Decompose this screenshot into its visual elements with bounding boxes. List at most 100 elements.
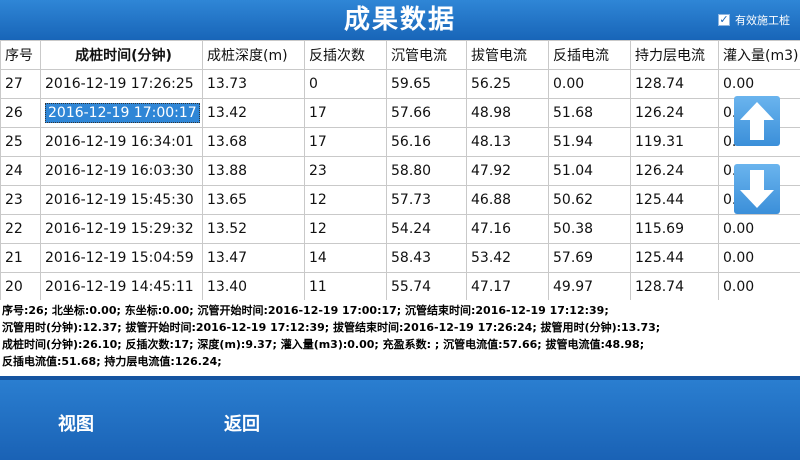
table-row[interactable]: 25 2016-12-19 16:34:01 13.68 17 56.16 48.13 51… [0,127,800,157]
column-header: 反插电流 [548,40,631,70]
column-header: 灌入量(m3) [718,40,800,70]
table-cell: 57.73 [386,185,467,215]
detail-line: 沉管用时(分钟):12.37; 拔管开始时间:2016-12-19 17:12:… [2,321,661,334]
table-cell: 2016-12-19 14:45:11 [40,272,203,300]
scroll-down-button[interactable] [734,164,780,214]
table-cell: 47.92 [466,156,549,186]
table-cell: 48.13 [466,127,549,157]
back-button[interactable]: 返回 [224,410,260,440]
table-cell: 53.42 [466,243,549,273]
table-cell: 22 [0,214,41,244]
table-cell: 50.38 [548,214,631,244]
table-cell: 24 [0,156,41,186]
table-cell: 57.69 [548,243,631,273]
table-cell: 56.16 [386,127,467,157]
arrow-up-icon [740,102,774,140]
column-header: 成桩深度(m) [202,40,305,70]
table-cell: 17 [304,127,387,157]
column-header: 成桩时间(分钟) [40,40,203,70]
table-cell: 51.94 [548,127,631,157]
table-cell: 2016-12-19 15:04:59 [40,243,203,273]
detail-line: 成桩时间(分钟):26.10; 反插次数:17; 深度(m):9.37; 灌入量… [2,338,645,351]
scroll-up-button[interactable] [734,96,780,146]
table-row[interactable]: 26 2016-12-19 17:00:17 13.42 17 57.66 48.98 51… [0,98,800,128]
table-cell: 0.00 [718,69,800,99]
table-cell: 128.74 [630,272,719,300]
table-cell: 51.68 [548,98,631,128]
table-cell: 58.43 [386,243,467,273]
table-row[interactable]: 20 2016-12-19 14:45:11 13.40 11 55.74 47.17 49… [0,272,800,300]
table-row[interactable]: 21 2016-12-19 15:04:59 13.47 14 58.43 53.42 57… [0,243,800,273]
table-cell: 50.62 [548,185,631,215]
column-header: 沉管电流 [386,40,467,70]
table-cell: 56.25 [466,69,549,99]
table-cell: 13.68 [202,127,305,157]
table-cell: 20 [0,272,41,300]
table-cell: 2016-12-19 17:26:25 [40,69,203,99]
table-cell: 23 [304,156,387,186]
table-cell: 126.24 [630,98,719,128]
table-cell: 12 [304,214,387,244]
table-cell: 57.66 [386,98,467,128]
selected-cell-text: 2016-12-19 17:00:17 [45,103,200,123]
table-cell: 13.88 [202,156,305,186]
detail-line: 序号:26; 北坐标:0.00; 东坐标:0.00; 沉管开始时间:2016-1… [2,304,609,317]
table-cell: 0.00 [718,272,800,300]
results-table-container[interactable]: 序号 成桩时间(分钟) 成桩深度(m) 反插次数 沉管电流 拔管电流 反插电流 … [0,40,800,300]
record-detail-panel: 序号:26; 北坐标:0.00; 东坐标:0.00; 沉管开始时间:2016-1… [0,300,800,376]
table-cell: 55.74 [386,272,467,300]
table-cell: 13.40 [202,272,305,300]
table-cell: 0.00 [718,243,800,273]
table-row[interactable]: 22 2016-12-19 15:29:32 13.52 12 54.24 47.16 50… [0,214,800,244]
view-button[interactable]: 视图 [58,410,94,440]
table-row[interactable]: 27 2016-12-19 17:26:25 13.73 0 59.65 56.25 0.0… [0,69,800,99]
table-cell: 14 [304,243,387,273]
table-cell: 0.00 [718,214,800,244]
table-cell: 47.17 [466,272,549,300]
table-cell: 125.44 [630,185,719,215]
table-cell: 46.88 [466,185,549,215]
table-cell: 126.24 [630,156,719,186]
table-cell: 115.69 [630,214,719,244]
valid-pile-checkbox[interactable]: ✓ [718,14,730,26]
table-row[interactable]: 24 2016-12-19 16:03:30 13.88 23 58.80 47.92 51… [0,156,800,186]
page-title: 成果数据 [343,5,456,35]
table-cell: 2016-12-19 17:00:17 [40,98,203,128]
table-cell: 2016-12-19 16:03:30 [40,156,203,186]
table-cell: 2016-12-19 15:45:30 [40,185,203,215]
valid-pile-toggle[interactable]: ✓ 有效施工桩 [718,12,790,28]
table-cell: 25 [0,127,41,157]
table-cell: 58.80 [386,156,467,186]
table-cell: 128.74 [630,69,719,99]
table-cell: 2016-12-19 16:34:01 [40,127,203,157]
table-cell: 13.42 [202,98,305,128]
table-cell: 125.44 [630,243,719,273]
table-row[interactable]: 23 2016-12-19 15:45:30 13.65 12 57.73 46.88 50… [0,185,800,215]
column-header: 持力层电流 [630,40,719,70]
table-cell: 13.65 [202,185,305,215]
title-bar: 成果数据 ✓ 有效施工桩 [0,0,800,40]
results-table: 序号 成桩时间(分钟) 成桩深度(m) 反插次数 沉管电流 拔管电流 反插电流 … [0,40,800,300]
table-cell: 12 [304,185,387,215]
table-cell: 0.00 [548,69,631,99]
table-cell: 21 [0,243,41,273]
table-cell: 26 [0,98,41,128]
table-cell: 27 [0,69,41,99]
column-header: 反插次数 [304,40,387,70]
table-cell: 2016-12-19 15:29:32 [40,214,203,244]
table-cell: 51.04 [548,156,631,186]
table-cell: 48.98 [466,98,549,128]
table-cell: 13.47 [202,243,305,273]
table-cell: 17 [304,98,387,128]
valid-pile-label: 有效施工桩 [735,14,790,27]
detail-line: 反插电流值:51.68; 持力层电流值:126.24; [2,355,222,368]
table-cell: 23 [0,185,41,215]
table-cell: 49.97 [548,272,631,300]
arrow-down-icon [740,170,774,208]
column-header: 拔管电流 [466,40,549,70]
table-cell: 54.24 [386,214,467,244]
table-cell: 47.16 [466,214,549,244]
table-header-row: 序号 成桩时间(分钟) 成桩深度(m) 反插次数 沉管电流 拔管电流 反插电流 … [0,40,800,70]
table-cell: 0 [304,69,387,99]
table-cell: 59.65 [386,69,467,99]
